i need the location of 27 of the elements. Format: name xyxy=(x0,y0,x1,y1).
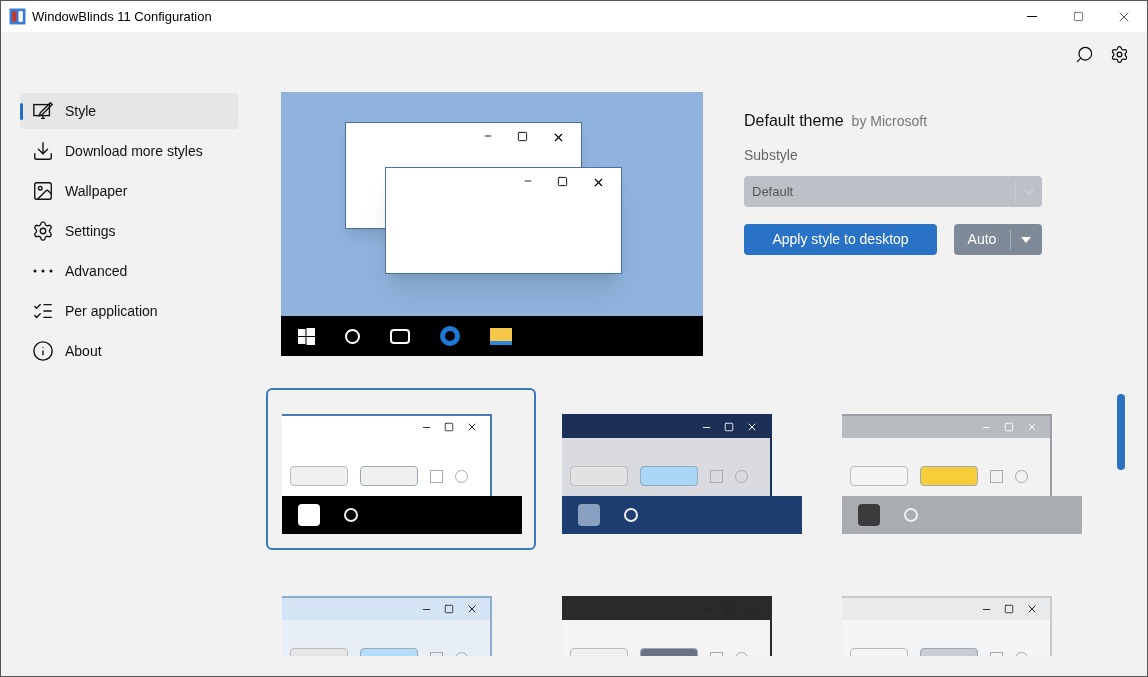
nav-item[interactable]: Per application xyxy=(20,293,238,329)
theme-author: by Microsoft xyxy=(851,112,928,131)
dots-icon xyxy=(32,269,54,273)
search-icon[interactable] xyxy=(1075,45,1094,64)
window-title: WindowBlinds 11 Configuration xyxy=(32,7,212,26)
nav-item[interactable]: Download more styles xyxy=(20,133,238,169)
info-icon xyxy=(32,340,54,362)
substyle-label: Substyle xyxy=(744,146,799,165)
nav-item[interactable]: About xyxy=(20,333,238,369)
nav-item[interactable]: Style xyxy=(20,93,238,129)
nav-item[interactable]: Advanced xyxy=(20,253,238,289)
caret-icon xyxy=(1021,236,1031,243)
maximize-icon xyxy=(1072,11,1084,22)
theme-name: Default theme xyxy=(744,111,844,131)
scrollbar-thumb[interactable] xyxy=(1117,394,1125,470)
nav-item[interactable]: Settings xyxy=(20,213,238,249)
monitor-pen-icon xyxy=(32,100,54,122)
minimize-icon xyxy=(1027,16,1037,17)
picture-icon xyxy=(32,180,54,202)
style-thumbnail[interactable] xyxy=(266,388,536,550)
download-icon xyxy=(32,140,54,162)
apply-style-button[interactable]: Apply style to desktop xyxy=(744,224,937,255)
settings-icon xyxy=(32,220,54,242)
app-icon xyxy=(9,8,26,25)
settings-icon[interactable] xyxy=(1110,45,1129,64)
auto-split-button[interactable]: Auto xyxy=(954,224,1042,255)
nav-item[interactable]: Wallpaper xyxy=(20,173,238,209)
